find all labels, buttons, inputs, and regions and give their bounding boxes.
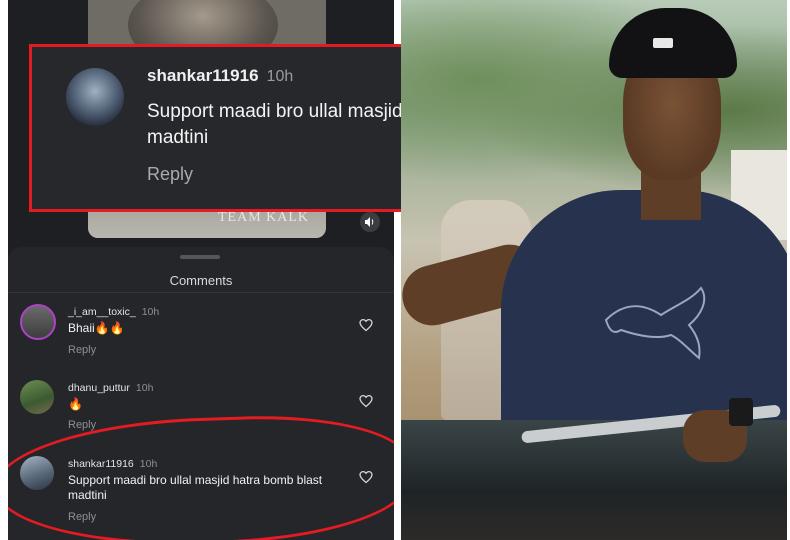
heart-icon[interactable] [359,394,373,408]
reply-button[interactable]: Reply [147,164,193,185]
photo-watch [729,398,753,426]
photo-trees [401,0,787,200]
comment-username[interactable]: _i_am__toxic_ [68,306,136,318]
comment-header: _i_am__toxic_ 10h [68,302,159,320]
comment-text: 🔥 [68,397,83,411]
comments-title: Comments [169,273,233,288]
comment-username[interactable]: shankar11916 [147,66,259,85]
reply-button[interactable]: Reply [68,344,96,356]
cap-logo [653,38,673,48]
profile-photo [401,0,787,540]
comment-username[interactable]: dhanu_puttur [68,382,130,394]
video-watermark: TEAM KALK [218,210,310,225]
heart-icon[interactable] [359,318,373,332]
avatar[interactable] [66,68,124,126]
comment-time: 10h [266,68,294,85]
speaker-icon[interactable] [360,212,380,232]
comment-header: dhanu_puttur 10h [68,378,153,396]
highlighted-comment-header: shankar11916 10h [147,66,293,86]
comments-divider [8,292,394,293]
reply-button[interactable]: Reply [68,419,96,431]
avatar[interactable] [20,304,56,340]
sheet-drag-handle[interactable] [180,255,220,259]
comment-text: Bhaii🔥🔥 [68,321,125,335]
comment-time: 10h [135,382,154,394]
shirt-logo [604,286,706,360]
comment-time: 10h [141,306,160,318]
avatar[interactable] [20,380,54,414]
